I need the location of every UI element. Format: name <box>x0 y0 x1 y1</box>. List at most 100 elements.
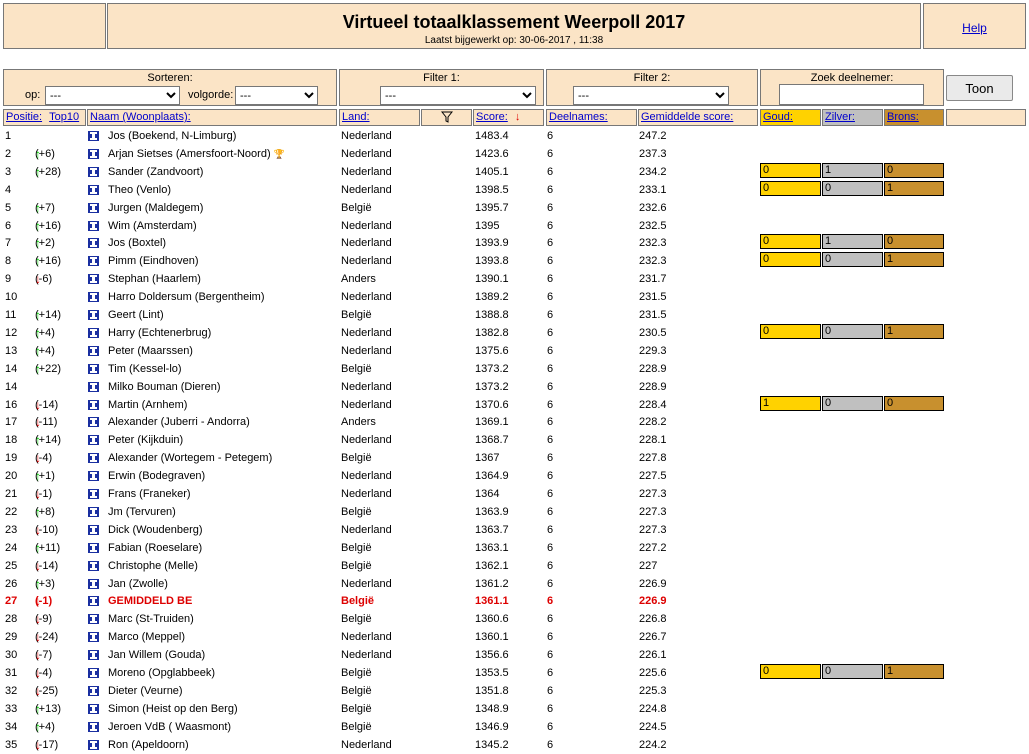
filter-icon[interactable] <box>440 111 453 123</box>
bronze-count: 0 <box>884 162 944 178</box>
silver-count: 0 <box>822 323 883 339</box>
participant-name: Arjan Sietses (Amersfoort-Noord) 🏆 <box>108 147 285 160</box>
change-cell: ↓ (-4) <box>35 664 52 682</box>
change-cell: ↑ (+14) <box>35 306 61 324</box>
sort-land-link[interactable]: Land: <box>342 111 370 123</box>
gold-count: 0 <box>760 234 821 250</box>
score-cell: 1388.8 <box>475 309 509 321</box>
sort-top10-link[interactable]: Top10 <box>49 111 79 123</box>
change-cell: ↑ (+28) <box>35 163 61 181</box>
country-cell: België <box>341 309 372 321</box>
position-cell: 21 <box>5 488 18 500</box>
average-score-cell: 231.5 <box>639 291 667 304</box>
trophy-icon: 🏆 <box>273 148 285 159</box>
average-score-cell: 224.5 <box>639 720 667 733</box>
table-row: 14 Milko Bouman (Dieren) Nederland 1373.2 6… <box>0 378 1029 396</box>
average-score-cell: 232.6 <box>639 201 667 214</box>
search-input[interactable] <box>779 84 924 105</box>
arrow-down-icon: ↓ <box>35 451 41 466</box>
table-row: 27 ↓ (-1) GEMIDDELD BE België 1361.1 6 226.9 <box>0 592 1029 610</box>
score-cell: 1360.1 <box>475 631 509 644</box>
score-cell: 1346.9 <box>475 720 509 733</box>
participant-name: Marco (Meppel) <box>108 631 186 644</box>
table-row: 8 ↑ (+16) Pimm (Eindhoven) Nederland 1393.8 6… <box>0 252 1029 270</box>
deelnames-cell: 6 <box>547 470 554 483</box>
country-cell: Nederland <box>341 255 392 268</box>
country-cell: België <box>341 595 375 608</box>
flag-icon <box>88 596 99 607</box>
table-row: 11 ↑ (+14) Geert (Lint) België 1388.8 6 231.5 <box>0 306 1029 324</box>
deelnames-cell: 6 <box>547 667 554 679</box>
participant-name: Martin (Arnhem) <box>108 398 188 411</box>
sort-gem-link[interactable]: Gemiddelde score: <box>641 111 733 123</box>
flag-icon <box>88 417 99 428</box>
change-cell: ↓ (-6) <box>35 270 52 288</box>
average-score-cell: 228.4 <box>639 398 667 411</box>
sort-zilver-link[interactable]: Zilver: <box>825 111 855 123</box>
average-score-cell: 226.9 <box>639 577 667 590</box>
sort-positie-link[interactable]: Positie: <box>6 111 42 123</box>
sort-field-select[interactable]: --- <box>45 86 180 105</box>
search-label: Zoek deelnemer: <box>810 72 894 84</box>
arrow-down-icon: ↓ <box>35 594 41 609</box>
sort-label: Sorteren: <box>147 72 193 84</box>
sort-naam-link[interactable]: Naam (Woonplaats): <box>90 111 191 123</box>
filter1-select[interactable]: --- <box>380 86 536 105</box>
participant-name: Jurgen (Maldegem) <box>108 201 204 214</box>
country-cell: Nederland <box>341 738 392 751</box>
participant-name: GEMIDDELD BE <box>108 595 193 608</box>
table-row: 7 ↑ (+2) Jos (Boxtel) Nederland 1393.9 6 232.3… <box>0 234 1029 252</box>
corner-box <box>3 3 106 49</box>
flag-icon <box>88 274 99 285</box>
deelnames-cell: 6 <box>547 326 554 339</box>
toon-button[interactable]: Toon <box>946 75 1013 101</box>
score-cell: 1423.6 <box>475 147 509 160</box>
silver-count: 1 <box>822 162 883 178</box>
position-cell: 24 <box>5 541 18 554</box>
deelnames-cell: 6 <box>547 237 554 250</box>
position-cell: 3 <box>5 165 12 178</box>
change-cell: ↓ (-14) <box>35 557 58 575</box>
change-cell: ↓ (-10) <box>35 521 58 539</box>
score-cell: 1364 <box>475 488 500 500</box>
average-score-cell: 228.1 <box>639 434 667 447</box>
flag-icon <box>88 614 99 625</box>
sort-score-link[interactable]: Score: <box>476 111 508 123</box>
participant-name: Alexander (Juberri - Andorra) <box>108 416 250 429</box>
table-row: 20 ↑ (+1) Erwin (Bodegraven) Nederland 1364.… <box>0 467 1029 485</box>
change-cell: ↓ (-25) <box>35 682 58 700</box>
average-score-cell: 229.3 <box>639 344 667 357</box>
table-row: 24 ↑ (+11) Fabian (Roeselare) België 1363.1 6… <box>0 539 1029 557</box>
score-cell: 1364.9 <box>475 470 509 483</box>
help-link[interactable]: Help <box>962 21 987 35</box>
sort-deelnames-link[interactable]: Deelnames: <box>549 111 608 123</box>
average-score-cell: 237.3 <box>639 147 667 160</box>
flag-icon <box>88 721 99 732</box>
sort-brons-link[interactable]: Brons: <box>887 111 919 123</box>
score-cell: 1398.5 <box>475 183 509 196</box>
country-cell: België <box>341 541 372 554</box>
flag-icon <box>88 220 99 231</box>
flag-icon <box>88 148 99 159</box>
table-row: 35 ↓ (-17) Ron (Apeldoorn) Nederland 1345.2 6… <box>0 736 1029 754</box>
table-row: 4 Theo (Venlo) Nederland 1398.5 6 233.1 0 0 1 <box>0 180 1029 199</box>
country-cell: Nederland <box>341 147 392 160</box>
flag-icon <box>88 435 99 446</box>
score-cell: 1382.8 <box>475 326 509 339</box>
participant-name: Peter (Kijkduin) <box>108 434 184 447</box>
average-score-cell: 226.9 <box>639 595 667 608</box>
flag-icon <box>88 578 99 589</box>
col-land-header: Land: <box>339 109 420 126</box>
deelnames-cell: 6 <box>547 201 554 214</box>
flag-icon <box>88 471 99 482</box>
sort-goud-link[interactable]: Goud: <box>763 111 793 123</box>
score-cell: 1393.9 <box>475 237 509 250</box>
col-filter-header[interactable] <box>421 109 472 126</box>
average-score-cell: 228.9 <box>639 362 667 375</box>
filter2-select[interactable]: --- <box>573 86 729 105</box>
participant-name: Alexander (Wortegem - Petegem) <box>108 452 273 465</box>
participant-name: Moreno (Opglabbeek) <box>108 667 216 679</box>
table-row: 23 ↓ (-10) Dick (Woudenberg) Nederland 1363.… <box>0 521 1029 539</box>
table-row: 3 ↑ (+28) Sander (Zandvoort) Nederland 1405.… <box>0 162 1029 181</box>
sort-order-select[interactable]: --- <box>235 86 318 105</box>
